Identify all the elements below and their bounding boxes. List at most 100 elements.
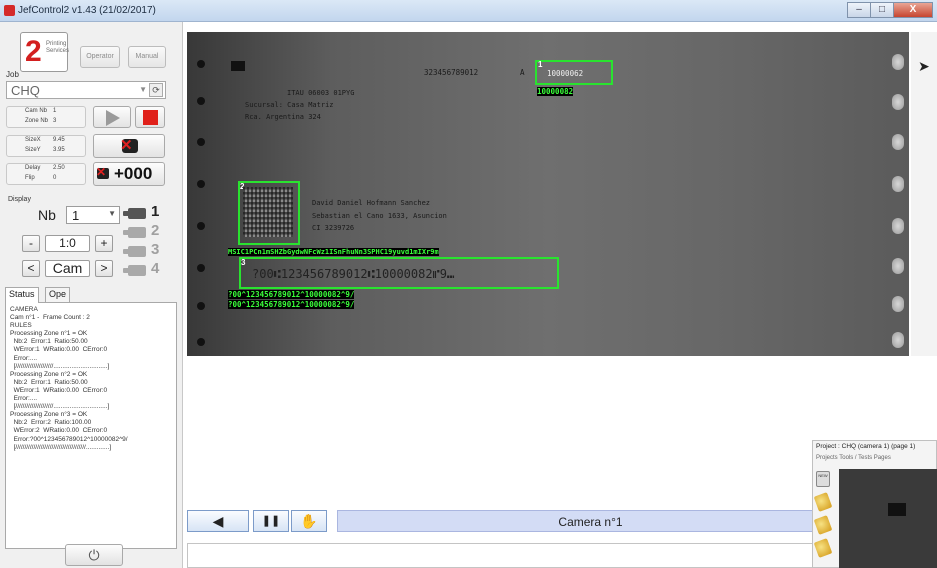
tool-icon[interactable]	[813, 492, 833, 512]
size-y-value[interactable]: 3.95	[53, 147, 65, 153]
size-x-label: SizeX	[25, 137, 41, 143]
micr-line: ?00⑆123456789012⑆10000082⑈9⑉	[252, 267, 455, 281]
stop-button[interactable]	[135, 106, 165, 128]
project-thumbnail[interactable]	[839, 469, 937, 568]
reset-camera-button[interactable]: ✕	[93, 134, 165, 158]
log-line: Error:....	[10, 354, 38, 362]
camera-1-label: 1	[151, 203, 160, 220]
hand-icon: ✋	[300, 513, 318, 529]
tractor-hole	[892, 54, 904, 70]
logo-button[interactable]: 2 Printing Services	[20, 32, 70, 72]
pause-button[interactable]: ❚❚	[253, 510, 289, 532]
camera-1-button[interactable]: 1	[123, 203, 168, 221]
tool-icon[interactable]	[813, 515, 833, 535]
log-line: [///////////////////////////////////////…	[10, 443, 112, 451]
camera-4-button[interactable]: 4	[123, 260, 168, 278]
new-icon[interactable]: NEW	[816, 471, 830, 487]
punch-hole	[197, 97, 205, 105]
hand-button[interactable]: ✋	[291, 510, 327, 532]
punch-hole	[197, 222, 205, 230]
log-line: Nb:2 Error:1 Ratio:50.00	[10, 338, 88, 346]
refresh-icon[interactable]: ⟳	[149, 83, 163, 97]
zoom-plus-button[interactable]: +	[95, 235, 113, 252]
log-line: [/////////////////////..................…	[10, 403, 110, 411]
camera-title: Camera n°1	[558, 515, 623, 529]
back-button[interactable]: ◀	[187, 510, 249, 532]
new-icon-label: NEW	[818, 473, 828, 478]
cam-nb-value[interactable]: 1	[53, 108, 56, 114]
tab-status[interactable]: Status	[5, 287, 39, 303]
cross-icon: ✕	[96, 165, 107, 179]
operator-button[interactable]: Operator	[80, 46, 120, 68]
log-line: WError:1 WRatio:0.00 CError:0	[10, 386, 108, 394]
datamatrix-code	[243, 187, 293, 237]
datamatrix-read: MSIC1PCn1mSHZbGydwNFcWz1ISnFhuNn3SPHC19y…	[228, 248, 439, 256]
camera-3-button[interactable]: 3	[123, 241, 168, 259]
logo-text: Printing Services	[46, 41, 70, 54]
camera-icon	[123, 246, 146, 257]
project-tool-icons: NEW	[813, 471, 833, 563]
log-line: Cam n°1 - Frame Count : 2	[10, 314, 90, 322]
stop-icon	[143, 110, 158, 125]
cam-next-button[interactable]: >	[95, 260, 113, 277]
maximize-button[interactable]: □	[870, 2, 894, 18]
camera-image[interactable]: 323456789012 A ITAU 06003 01PYG Sucursal…	[187, 32, 909, 356]
tab-ope[interactable]: Ope	[45, 287, 71, 302]
zone-1-text: 10000062	[547, 69, 584, 78]
tractor-hole	[892, 94, 904, 110]
job-label: Job	[6, 70, 19, 79]
close-button[interactable]: X	[893, 2, 933, 18]
project-window: Project : CHQ (camera 1) (page 1) Projec…	[812, 440, 937, 568]
size-x-value[interactable]: 9.45	[53, 137, 65, 143]
log-lines: CAMERA Cam n°1 - Frame Count : 2 RULES P…	[6, 303, 176, 455]
delay-value[interactable]: 2.50	[53, 165, 65, 171]
logo-mark: 2	[25, 35, 42, 68]
address-line: Rca. Argentina 324	[245, 113, 321, 121]
micr-read-1: ?00^123456789012^10000082^9/	[228, 290, 355, 299]
navigate-arrow-icon[interactable]: ➤	[918, 58, 930, 75]
log-line: Processing Zone n°1 = OK	[10, 330, 88, 338]
message-field[interactable]	[187, 543, 837, 568]
tractor-hole	[892, 134, 904, 150]
punch-hole	[197, 60, 205, 68]
camera-2-label: 2	[151, 222, 160, 239]
cam-nb-label: Cam Nb	[25, 108, 48, 114]
zoom-minus-button[interactable]: -	[22, 235, 40, 252]
chevron-down-icon: ▼	[139, 85, 147, 94]
job-select[interactable]: CHQ ▼ ⟳	[6, 81, 166, 99]
zone-1-read: 10000082	[537, 87, 574, 96]
counter-button[interactable]: ✕ +000	[93, 162, 165, 186]
zone-3-number: 3	[241, 258, 246, 267]
thumbnail-mark	[888, 503, 906, 516]
log-line: Error:....	[10, 395, 38, 403]
log-line: Error:?00^123456789012^10000082^9/	[10, 435, 128, 443]
play-button[interactable]	[93, 106, 131, 128]
left-panel: 2 Printing Services Operator Manual Job …	[0, 22, 183, 568]
tool-icon[interactable]	[813, 538, 833, 558]
camera-title-bar: Camera n°1	[337, 510, 842, 532]
chevron-down-icon: ▼	[108, 209, 116, 218]
top-letter: A	[520, 68, 525, 77]
tractor-hole	[892, 176, 904, 192]
delay-label: Delay	[25, 165, 41, 171]
power-button[interactable]: ⏻	[65, 544, 123, 566]
flip-value[interactable]: 0	[53, 175, 56, 181]
cam-prev-button[interactable]: <	[22, 260, 40, 277]
size-y-label: SizeY	[25, 147, 41, 153]
punch-hole	[197, 302, 205, 310]
zone-nb-value[interactable]: 3	[53, 118, 56, 124]
app-icon	[4, 5, 15, 16]
micr-read-2: ?00^123456789012^10000082^9/	[228, 300, 355, 309]
punch-hole	[197, 180, 205, 188]
cam-label: Cam	[45, 260, 90, 277]
street-line: Sebastian el Cano 1633, Asuncion	[312, 212, 447, 220]
nb-select[interactable]: 1 ▼	[66, 206, 120, 224]
project-menu[interactable]: Projects Tools / Tests Pages	[816, 455, 891, 461]
tractor-hole	[892, 332, 904, 348]
manual-button[interactable]: Manual	[128, 46, 166, 68]
back-icon: ◀	[212, 513, 224, 529]
delay-group: Delay 2.50 Flip 0	[6, 163, 86, 185]
minimize-button[interactable]: –	[847, 2, 871, 18]
window-title: JefControl2 v1.43 (21/02/2017)	[18, 5, 156, 16]
camera-2-button[interactable]: 2	[123, 222, 168, 240]
